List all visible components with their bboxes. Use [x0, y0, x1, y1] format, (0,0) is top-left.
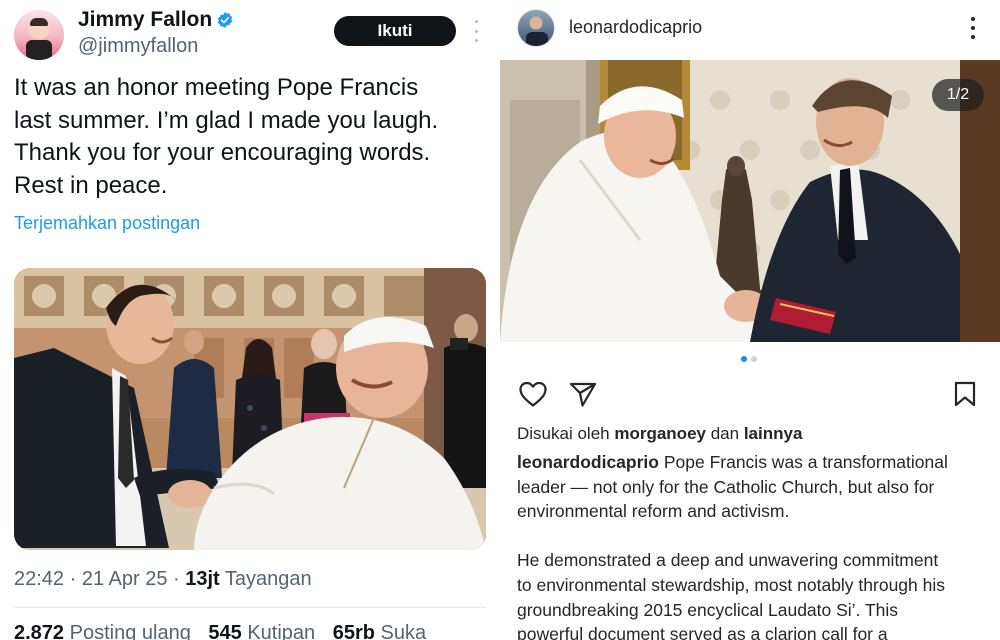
liked-by-joiner: dan [710, 424, 740, 443]
quotes-label[interactable]: Kutipan [247, 622, 315, 640]
caption-line: groundbreaking 2015 encyclical Laudato S… [517, 599, 899, 620]
liked-by: Disukai oleh morganoey dan lainnya [517, 424, 802, 444]
profile-username[interactable]: leonardodicaprio [569, 17, 702, 38]
carousel-dots [741, 356, 757, 362]
avatar-suit [526, 32, 548, 46]
caption-line: leader — not only for the Catholic Churc… [517, 476, 935, 497]
likes-count[interactable]: 65rb [333, 622, 375, 640]
tweet-stats: 2.872 Posting ulang 545 Kutipan 65rb Suk… [14, 622, 426, 640]
author-name[interactable]: Jimmy Fallon [78, 8, 212, 32]
caption-line: He demonstrated a deep and unwavering co… [517, 550, 939, 571]
post-photo[interactable] [500, 60, 1000, 342]
translate-post-link[interactable]: Terjemahkan postingan [14, 213, 200, 234]
tweet-photo-image [14, 268, 486, 550]
tweet-text: It was an honor meeting Pope Francis las… [14, 72, 484, 202]
profile-avatar[interactable] [517, 9, 555, 47]
tweet-text-line: Thank you for your encouraging words. [14, 139, 431, 166]
liked-by-prefix: Disukai oleh [517, 424, 610, 443]
caption-paragraph-break [517, 524, 987, 549]
more-options-icon[interactable] [468, 20, 484, 42]
liked-by-others[interactable]: lainnya [744, 424, 803, 443]
caption-line: environmental reform and activism. [517, 501, 790, 522]
divider [14, 607, 486, 608]
tweet-text-line: It was an honor meeting Pope Francis [14, 74, 419, 101]
carousel-dot[interactable] [741, 356, 747, 362]
post-photo-image [500, 60, 1000, 342]
verified-badge-icon [217, 12, 233, 28]
carousel-dot[interactable] [751, 356, 757, 362]
tweet-text-line: last summer. I’m glad I made you laugh. [14, 106, 439, 134]
post-caption: leonardodicaprio Pope Francis was a tran… [517, 450, 987, 640]
tweet-date[interactable]: 21 Apr 25 [82, 568, 168, 590]
send-icon[interactable] [568, 380, 598, 408]
views-count: 13jt [185, 568, 220, 590]
quotes-count[interactable]: 545 [208, 622, 241, 640]
caption-line: powerful document served as a clarion ca… [517, 624, 888, 640]
author-avatar[interactable] [14, 10, 64, 60]
meta-separator: · [69, 568, 82, 590]
reposts-label[interactable]: Posting ulang [70, 622, 191, 640]
tweet-time[interactable]: 22:42 [14, 568, 64, 590]
more-vertical-icon[interactable] [970, 17, 976, 39]
caption-line: leonardodicaprio Pope Francis was a tran… [517, 450, 987, 475]
meta-separator: · [173, 568, 186, 590]
carousel-counter: 1/2 [932, 79, 984, 111]
caption-text: Pope Francis was a transformational [663, 452, 948, 472]
caption-username[interactable]: leonardodicaprio [517, 452, 659, 472]
bookmark-icon[interactable] [952, 380, 978, 408]
caption-line: to environmental stewardship, most notab… [517, 574, 946, 595]
avatar-suit [26, 40, 52, 60]
likes-label[interactable]: Suka [381, 622, 427, 640]
liked-by-user[interactable]: morganoey [614, 424, 706, 443]
twitter-post: Jimmy Fallon @jimmyfallon Ikuti It was a… [0, 0, 500, 640]
avatar-hair [30, 18, 48, 26]
instagram-post: leonardodicaprio 1/2 Disukai oleh morgan… [500, 0, 1000, 640]
reposts-count[interactable]: 2.872 [14, 622, 64, 640]
tweet-text-line: Rest in peace. [14, 171, 168, 199]
views-label: Tayangan [224, 568, 312, 590]
follow-button[interactable]: Ikuti [334, 16, 456, 46]
tweet-photo[interactable] [14, 268, 486, 550]
tweet-meta: 22:42 · 21 Apr 25 · 13jt Tayangan [14, 568, 312, 591]
author-handle[interactable]: @jimmyfallon [78, 35, 198, 58]
heart-icon[interactable] [518, 380, 548, 408]
